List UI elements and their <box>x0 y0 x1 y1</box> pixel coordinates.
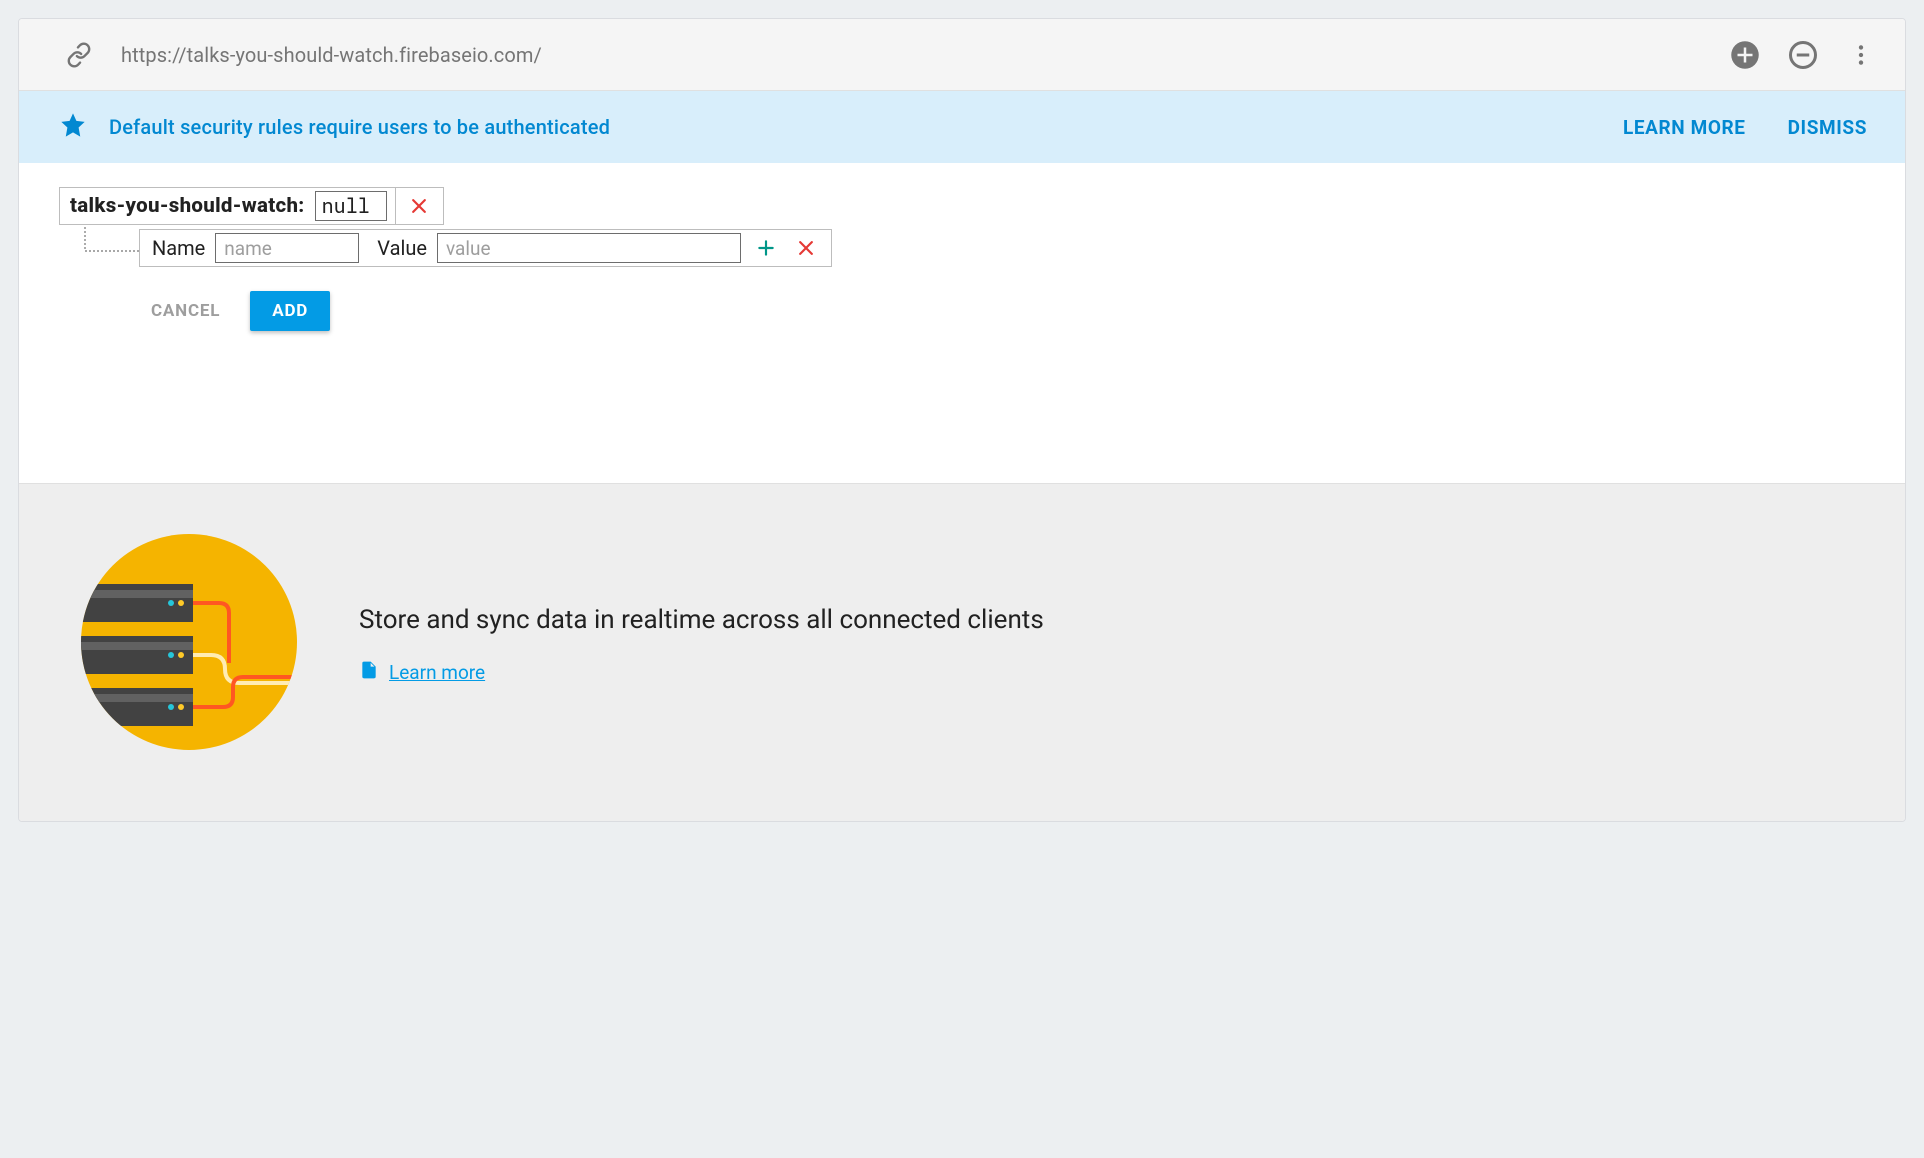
dismiss-button[interactable]: DISMISS <box>1788 116 1867 139</box>
more-menu-icon[interactable] <box>1841 35 1881 75</box>
header-actions <box>1725 35 1881 75</box>
root-value-input[interactable] <box>315 191 387 221</box>
name-input[interactable] <box>215 233 359 263</box>
add-button[interactable]: ADD <box>250 291 330 331</box>
banner-message: Default security rules require users to … <box>109 115 1623 139</box>
promo-link: Learn more <box>359 658 485 687</box>
remove-icon[interactable] <box>1783 35 1823 75</box>
promo-footer: Store and sync data in realtime across a… <box>19 483 1905 821</box>
add-child-icon[interactable] <box>751 233 781 263</box>
url-bar: https://talks-you-should-watch.firebasei… <box>19 19 1905 91</box>
value-label: Value <box>377 236 427 260</box>
data-editor: talks-you-should-watch Name Value <box>19 163 1905 483</box>
promo-illustration <box>79 532 299 757</box>
doc-icon <box>359 658 379 687</box>
learn-more-button[interactable]: LEARN MORE <box>1623 116 1746 139</box>
child-node: Name Value <box>139 229 832 267</box>
root-node[interactable]: talks-you-should-watch <box>59 187 444 225</box>
new-child-row: Name Value <box>59 229 1865 267</box>
tree-connector <box>81 227 139 265</box>
database-url[interactable]: https://talks-you-should-watch.firebasei… <box>99 43 1725 67</box>
star-icon <box>59 111 87 144</box>
name-label: Name <box>152 236 205 260</box>
remove-child-icon[interactable] <box>791 233 821 263</box>
cancel-button[interactable]: CANCEL <box>139 291 232 331</box>
promo-learn-more-link[interactable]: Learn more <box>389 661 485 684</box>
editor-buttons: CANCEL ADD <box>139 291 1865 331</box>
promo-text: Store and sync data in realtime across a… <box>359 602 1044 687</box>
root-key-label: talks-you-should-watch <box>60 194 311 218</box>
delete-root-icon[interactable] <box>395 188 443 224</box>
database-panel: https://talks-you-should-watch.firebasei… <box>18 18 1906 822</box>
value-input[interactable] <box>437 233 741 263</box>
promo-title: Store and sync data in realtime across a… <box>359 602 1044 640</box>
link-icon <box>59 35 99 75</box>
add-icon[interactable] <box>1725 35 1765 75</box>
security-banner: Default security rules require users to … <box>19 91 1905 163</box>
